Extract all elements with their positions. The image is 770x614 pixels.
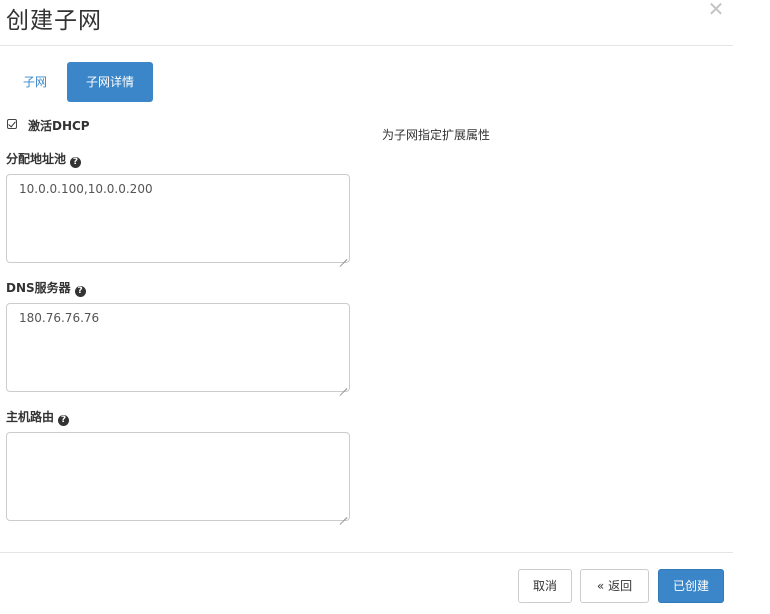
resize-grip[interactable] bbox=[339, 381, 347, 389]
help-icon[interactable]: ? bbox=[70, 157, 82, 168]
allocation-pools-label: 分配地址池? bbox=[6, 150, 82, 168]
tab-subnet-details[interactable]: 子网详情 bbox=[67, 62, 153, 102]
enable-dhcp-label: 激活DHCP bbox=[28, 119, 90, 133]
enable-dhcp-checkbox[interactable] bbox=[7, 119, 17, 129]
resize-grip[interactable] bbox=[339, 252, 347, 260]
host-routes-textarea[interactable] bbox=[6, 432, 350, 521]
dns-servers-textarea[interactable]: 180.76.76.76 bbox=[6, 303, 350, 392]
create-button[interactable]: 已创建 bbox=[658, 569, 724, 603]
help-text: 为子网指定扩展属性 bbox=[382, 128, 491, 142]
tab-subnet[interactable]: 子网 bbox=[10, 62, 60, 102]
host-routes-label: 主机路由? bbox=[6, 408, 70, 426]
close-icon[interactable]: ✕ bbox=[703, 0, 729, 25]
dns-servers-label-text: DNS服务器 bbox=[6, 281, 71, 295]
host-routes-label-text: 主机路由 bbox=[6, 410, 55, 424]
resize-grip[interactable] bbox=[339, 510, 347, 518]
cancel-button[interactable]: 取消 bbox=[518, 569, 572, 603]
allocation-pools-label-text: 分配地址池 bbox=[6, 152, 67, 166]
modal-header: 创建子网 ✕ bbox=[0, 0, 733, 46]
help-icon[interactable]: ? bbox=[74, 286, 86, 297]
modal-title: 创建子网 bbox=[6, 8, 102, 34]
help-icon[interactable]: ? bbox=[58, 415, 70, 426]
dns-servers-value: 180.76.76.76 bbox=[19, 311, 100, 325]
dns-servers-label: DNS服务器? bbox=[6, 279, 86, 297]
modal-footer: 取消 « 返回 已创建 bbox=[0, 552, 733, 614]
allocation-pools-textarea[interactable]: 10.0.0.100,10.0.0.200 bbox=[6, 174, 350, 263]
back-button[interactable]: « 返回 bbox=[580, 569, 649, 603]
allocation-pools-value: 10.0.0.100,10.0.0.200 bbox=[19, 182, 153, 196]
